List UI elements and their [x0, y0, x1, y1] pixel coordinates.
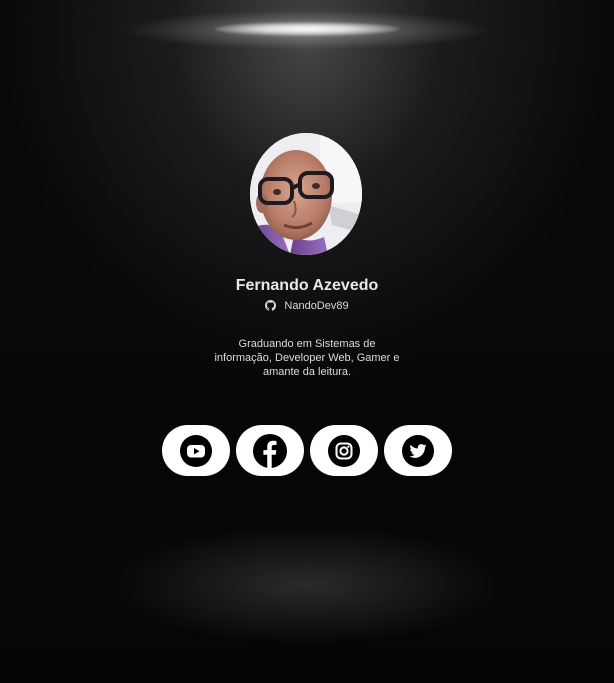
profile-bio: Graduando em Sistemas de informação, Dev… — [214, 338, 400, 378]
github-handle-row[interactable]: NandoDev89 — [0, 300, 614, 312]
github-icon — [265, 300, 277, 311]
facebook-icon — [253, 433, 287, 468]
github-handle: NandoDev89 — [284, 300, 349, 312]
youtube-icon — [180, 434, 212, 467]
profile-photo — [250, 133, 362, 255]
social-links — [162, 425, 452, 476]
twitter-icon — [402, 434, 434, 467]
youtube-button[interactable] — [162, 425, 230, 476]
avatar — [250, 133, 362, 255]
facebook-button[interactable] — [236, 425, 304, 476]
twitter-button[interactable] — [384, 425, 452, 476]
profile-name: Fernando Azevedo — [235, 277, 379, 294]
instagram-button[interactable] — [310, 425, 378, 476]
spotlight-lamp — [215, 22, 399, 36]
instagram-icon — [328, 434, 360, 467]
